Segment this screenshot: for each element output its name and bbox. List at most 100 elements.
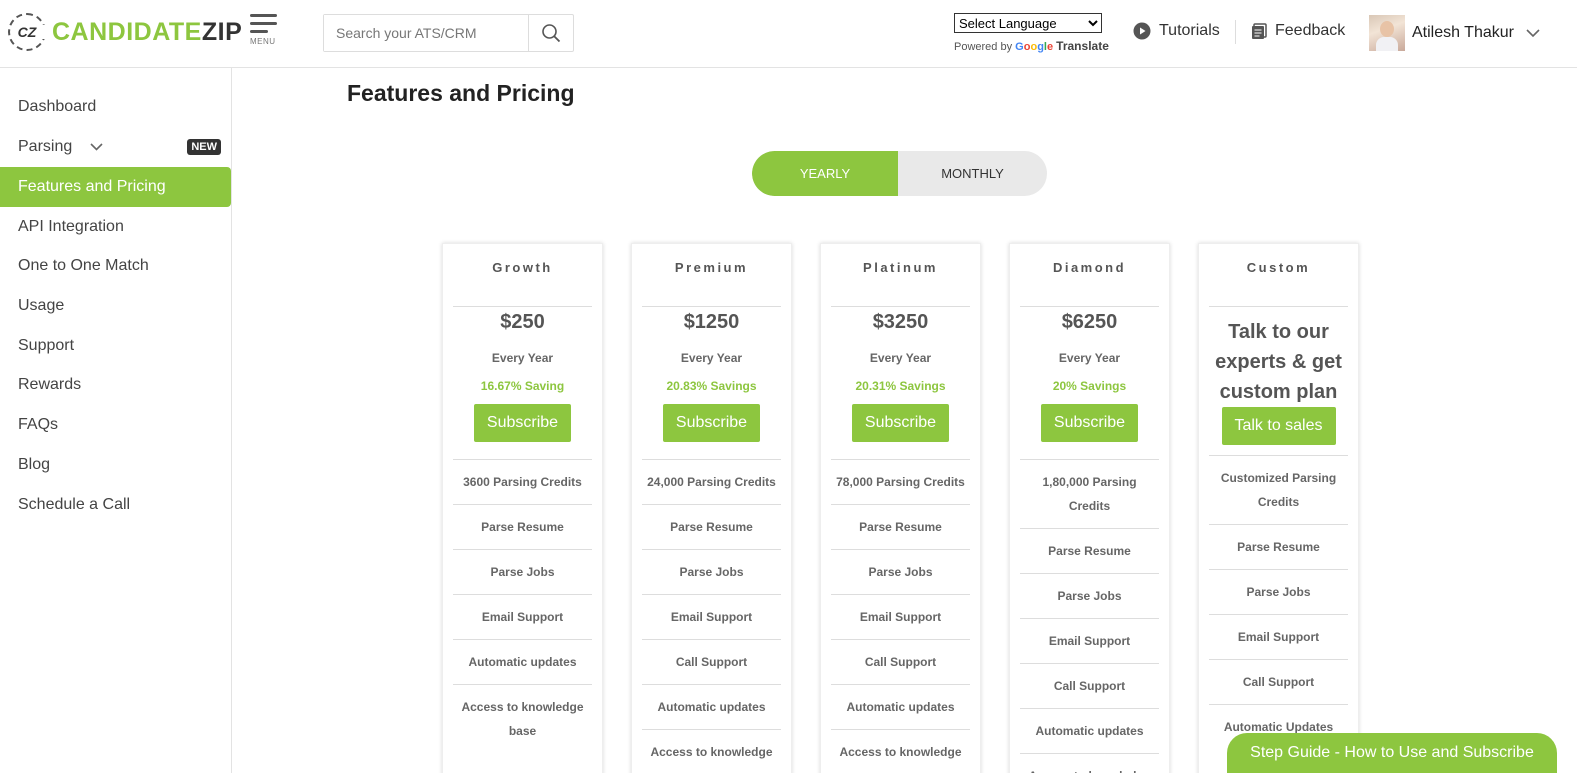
- sidebar: Dashboard Parsing NEW Features and Prici…: [0, 68, 232, 773]
- logo-mark-text: CZ: [17, 24, 37, 40]
- sidebar-item-label: Schedule a Call: [18, 496, 131, 513]
- sidebar-item-dashboard[interactable]: Dashboard: [0, 87, 231, 127]
- plan-saving: 20.83% Savings: [666, 379, 757, 393]
- plan-saving: 20% Savings: [1052, 379, 1127, 393]
- plan-feature: Email Support: [1020, 618, 1159, 663]
- plan-card-custom: Custom Talk to our experts & get custom …: [1198, 243, 1359, 773]
- sidebar-item-one-to-one-match[interactable]: One to One Match: [0, 246, 231, 286]
- language-widget: Select Language Powered by Google Transl…: [954, 13, 1109, 53]
- plan-saving: 16.67% Saving: [480, 379, 565, 393]
- sidebar-item-features-and-pricing[interactable]: Features and Pricing: [0, 167, 231, 207]
- subscribe-button[interactable]: Subscribe: [852, 404, 949, 442]
- tutorials-label: Tutorials: [1159, 22, 1220, 39]
- divider: [1020, 306, 1159, 307]
- divider: [831, 306, 970, 307]
- feedback-icon: [1251, 22, 1267, 40]
- search-icon: [542, 24, 561, 43]
- menu-button[interactable]: MENU: [250, 14, 280, 50]
- user-name: Atilesh Thakur: [1412, 24, 1514, 41]
- sidebar-item-rewards[interactable]: Rewards: [0, 365, 231, 405]
- plan-card-platinum: Platinum $3250 Every Year 20.31% Savings…: [820, 243, 981, 773]
- plan-period: Every Year: [1058, 351, 1121, 365]
- sidebar-item-faqs[interactable]: FAQs: [0, 405, 231, 445]
- search-input[interactable]: [324, 15, 528, 51]
- subscribe-button[interactable]: Subscribe: [663, 404, 760, 442]
- plan-period: Every Year: [680, 351, 743, 365]
- plan-feature: Parse Jobs: [1020, 573, 1159, 618]
- plan-price: $250: [500, 311, 545, 333]
- hamburger-icon-bar: [250, 22, 277, 25]
- sidebar-item-schedule-a-call[interactable]: Schedule a Call: [0, 485, 231, 525]
- plan-feature: Call Support: [642, 639, 781, 684]
- divider: [642, 306, 781, 307]
- chevron-down-icon: [1526, 28, 1540, 38]
- feedback-link[interactable]: Feedback: [1251, 22, 1345, 40]
- feedback-label: Feedback: [1275, 22, 1346, 39]
- page-title: Features and Pricing: [347, 80, 575, 106]
- plan-name: Platinum: [863, 260, 938, 275]
- plan-feature: Access to knowledge: [642, 729, 781, 773]
- subscribe-button[interactable]: Subscribe: [1041, 404, 1138, 442]
- plan-feature: Automatic updates: [642, 684, 781, 729]
- powered-by-google-translate[interactable]: Powered by Google Translate: [954, 39, 1109, 53]
- subscribe-button[interactable]: Subscribe: [474, 404, 571, 442]
- billing-toggle: YEARLY MONTHLY: [752, 151, 1047, 196]
- sidebar-item-label: FAQs: [18, 416, 59, 433]
- divider: [1209, 306, 1348, 307]
- plan-card-diamond: Diamond $6250 Every Year 20% Savings Sub…: [1009, 243, 1170, 773]
- sidebar-item-label: Parsing: [18, 138, 73, 155]
- plan-period: Every Year: [869, 351, 932, 365]
- toggle-monthly[interactable]: MONTHLY: [898, 151, 1047, 196]
- plan-feature: Call Support: [1020, 663, 1159, 708]
- tutorials-link[interactable]: Tutorials: [1133, 22, 1220, 40]
- plan-feature: Access to knowledge: [1020, 753, 1159, 773]
- sidebar-item-parsing[interactable]: Parsing NEW: [0, 127, 231, 167]
- avatar: [1369, 15, 1405, 51]
- sidebar-item-usage[interactable]: Usage: [0, 286, 231, 326]
- sidebar-item-api-integration[interactable]: API Integration: [0, 207, 231, 247]
- plan-period: Every Year: [491, 351, 554, 365]
- google-logo: Google: [1015, 41, 1054, 53]
- plan-feature: 1,80,000 Parsing Credits: [1020, 459, 1159, 528]
- sidebar-item-support[interactable]: Support: [0, 326, 231, 366]
- plan-feature: Parse Jobs: [831, 549, 970, 594]
- plan-price: $6250: [1061, 311, 1118, 333]
- sidebar-item-blog[interactable]: Blog: [0, 445, 231, 485]
- hamburger-icon-bar: [250, 30, 268, 33]
- step-guide-button[interactable]: Step Guide - How to Use and Subscribe: [1227, 733, 1557, 773]
- translate-text: Translate: [1056, 39, 1109, 53]
- plan-name: Diamond: [1052, 260, 1127, 275]
- sidebar-item-label: Blog: [18, 456, 51, 473]
- logo-mark: CZ: [8, 13, 47, 51]
- plan-feature: Call Support: [831, 639, 970, 684]
- plan-saving: 20.31% Savings: [855, 379, 946, 393]
- menu-label: MENU: [250, 37, 276, 46]
- toggle-yearly[interactable]: YEARLY: [752, 151, 898, 196]
- plan-price: $3250: [872, 311, 929, 333]
- logo[interactable]: CZ CANDIDATEZIP: [8, 13, 242, 51]
- plan-feature: Parse Resume: [1020, 528, 1159, 573]
- plan-feature: 3600 Parsing Credits: [453, 459, 592, 504]
- talk-to-sales-button[interactable]: Talk to sales: [1221, 407, 1336, 445]
- user-menu[interactable]: Atilesh Thakur: [1369, 15, 1540, 51]
- plan-feature: 24,000 Parsing Credits: [642, 459, 781, 504]
- search-box: [323, 14, 574, 52]
- sidebar-item-label: Rewards: [18, 376, 82, 393]
- plan-feature: Parse Resume: [642, 504, 781, 549]
- plan-price: $1250: [683, 311, 740, 333]
- language-select[interactable]: Select Language: [954, 13, 1102, 33]
- plan-feature: Parse Resume: [1209, 524, 1348, 569]
- logo-text-candidate: CANDIDATE: [52, 17, 202, 46]
- divider: [453, 306, 592, 307]
- plan-feature: Email Support: [642, 594, 781, 639]
- plan-feature: Automatic updates: [453, 639, 592, 684]
- search-button[interactable]: [528, 15, 573, 51]
- plan-feature: Parse Jobs: [453, 549, 592, 594]
- sidebar-item-label: Usage: [18, 297, 65, 314]
- plan-feature: Parse Resume: [453, 504, 592, 549]
- top-header: CZ CANDIDATEZIP MENU Select Language Pow…: [0, 0, 1577, 68]
- plan-feature: Call Support: [1209, 659, 1348, 704]
- plan-feature: Access to knowledge: [831, 729, 970, 773]
